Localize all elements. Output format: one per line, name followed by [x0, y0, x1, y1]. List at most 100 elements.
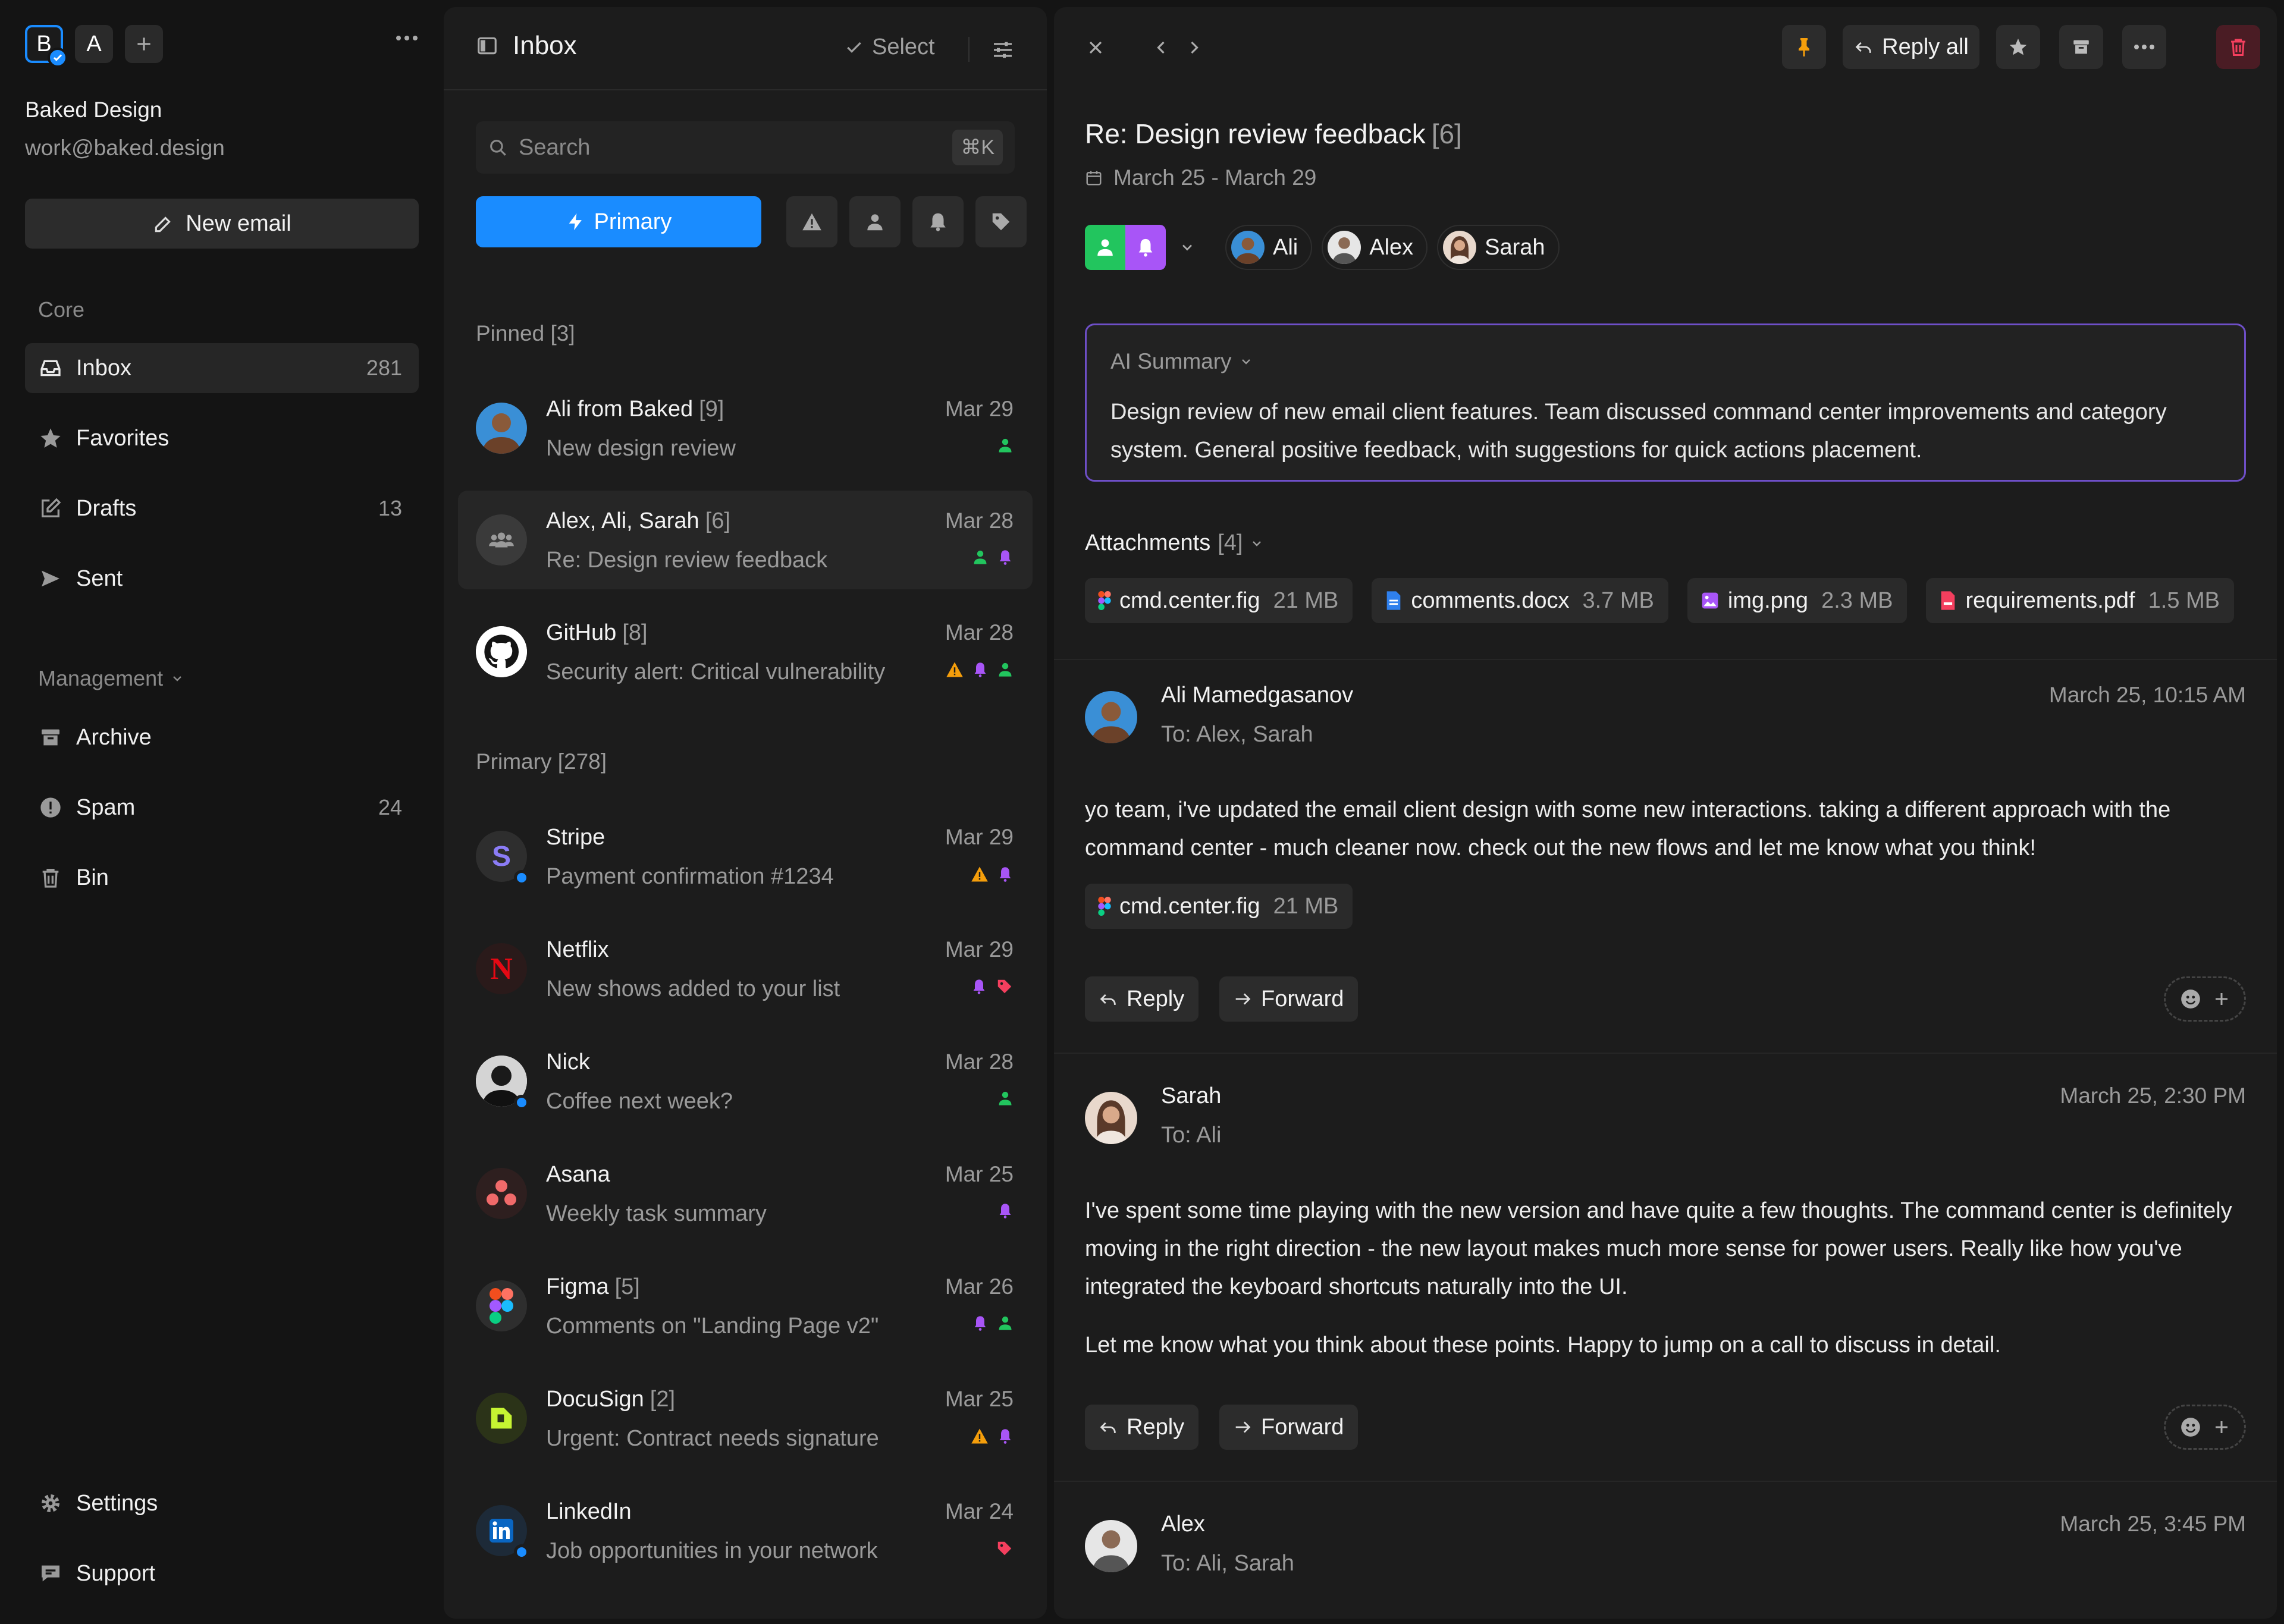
list-item[interactable]: Alex, Ali, Sarah [6] Re: Design review fe… [458, 491, 1033, 589]
attachments-toggle[interactable]: Attachments [4] [1085, 530, 1264, 556]
people-label-chip[interactable] [1085, 225, 1125, 270]
sidebar-item-spam[interactable]: Spam 24 [25, 783, 419, 833]
mail-date: Mar 29 [945, 937, 1014, 962]
new-email-label: New email [186, 211, 291, 236]
person-icon [867, 214, 883, 231]
group-title: Primary [476, 749, 552, 774]
attachments-count: [4] [1218, 530, 1243, 555]
tab-people[interactable] [849, 196, 901, 247]
sidebar-item-archive[interactable]: Archive [25, 712, 419, 762]
unread-dot [514, 1095, 529, 1110]
list-item[interactable]: Ali from Baked [9] New design review Mar … [458, 379, 1033, 478]
notification-label-chip[interactable] [1125, 225, 1166, 270]
archive-button[interactable] [2059, 25, 2103, 69]
list-item[interactable]: DocuSign [2] Urgent: Contract needs signa… [458, 1369, 1033, 1468]
header-divider [968, 37, 970, 62]
management-section-toggle[interactable]: Management [38, 666, 184, 691]
sidebar-toggle-icon[interactable] [476, 34, 498, 57]
attachment-chip[interactable]: img.png 2.3 MB [1687, 578, 1907, 623]
sender-name: LinkedIn [546, 1499, 632, 1524]
tag-icon [997, 1541, 1012, 1556]
reply-button[interactable]: Reply [1085, 1405, 1199, 1450]
list-item[interactable]: N Netflix New shows added to your list M… [458, 919, 1033, 1018]
reply-all-label: Reply all [1882, 34, 1969, 59]
message-body: Let me know what you think about these p… [1085, 1333, 2001, 1358]
star-button[interactable] [1996, 25, 2040, 69]
reply-all-button[interactable]: Reply all [1843, 25, 1979, 69]
tab-alerts[interactable] [786, 196, 837, 247]
forward-button[interactable]: Forward [1219, 976, 1359, 1022]
message-sender: Sarah [1161, 1083, 1222, 1108]
attachment-chip[interactable]: requirements.pdf 1.5 MB [1926, 578, 2235, 623]
avatar [1085, 691, 1137, 743]
thread-date-range: March 25 - March 29 [1085, 165, 1316, 190]
add-reaction-button[interactable] [2164, 1405, 2246, 1450]
sidebar-item-settings[interactable]: Settings [25, 1478, 419, 1528]
add-reaction-button[interactable] [2164, 976, 2246, 1022]
avatar [1231, 231, 1265, 264]
attachment-chip[interactable]: cmd.center.fig 21 MB [1085, 884, 1353, 929]
mail-sender: Asana [546, 1162, 610, 1188]
forward-button[interactable]: Forward [1219, 1405, 1359, 1450]
labels-dropdown-button[interactable] [1179, 239, 1196, 256]
spam-icon [38, 795, 63, 820]
participant-chip[interactable]: Ali [1225, 225, 1313, 270]
search-field[interactable]: Search ⌘K [476, 121, 1015, 174]
attachment-chip[interactable]: cmd.center.fig 21 MB [1085, 578, 1353, 623]
sidebar-item-bin[interactable]: Bin [25, 853, 419, 903]
core-section-label: Core [38, 297, 85, 322]
group-avatar-icon [476, 514, 527, 566]
archive-icon [38, 725, 63, 750]
account-a-button[interactable]: A [75, 25, 113, 63]
participant-chip[interactable]: Alex [1322, 225, 1428, 270]
sidebar-item-sent[interactable]: Sent [25, 554, 419, 604]
netflix-logo-icon: N [476, 943, 527, 994]
sidebar-item-label: Spam [76, 794, 136, 820]
tab-tags[interactable] [975, 196, 1027, 247]
sidebar-item-inbox[interactable]: Inbox 281 [25, 343, 419, 393]
sidebar-item-label: Drafts [76, 495, 137, 521]
mail-subject: Re: Design review feedback [546, 548, 828, 573]
list-item[interactable]: S Stripe Payment confirmation #1234 Mar … [458, 807, 1033, 906]
sender-name: Stripe [546, 825, 605, 850]
person-tag-icon [999, 1091, 1012, 1105]
more-actions-button[interactable] [2122, 25, 2166, 69]
new-email-button[interactable]: New email [25, 199, 419, 249]
close-button[interactable] [1085, 37, 1106, 58]
thread-count: [9] [699, 397, 724, 422]
list-item[interactable]: GitHub [8] Security alert: Critical vulne… [458, 602, 1033, 701]
next-email-button[interactable] [1184, 37, 1205, 58]
sidebar-item-support[interactable]: Support [25, 1548, 419, 1598]
list-item[interactable]: LinkedIn Job opportunities in your netwo… [458, 1481, 1033, 1580]
send-icon [38, 566, 63, 591]
email-app: B A Baked Design work@baked.design New e… [0, 0, 2284, 1624]
sidebar-item-drafts[interactable]: Drafts 13 [25, 483, 419, 533]
list-item[interactable]: Nick Coffee next week? Mar 28 [458, 1032, 1033, 1130]
mail-sender: Stripe [546, 825, 605, 850]
ai-summary-toggle[interactable]: AI Summary [1110, 349, 1253, 374]
reply-button[interactable]: Reply [1085, 976, 1199, 1022]
delete-button[interactable] [2216, 25, 2260, 69]
participant-chip[interactable]: Sarah [1437, 225, 1560, 270]
chevron-down-icon [173, 676, 181, 681]
select-button[interactable]: Select [845, 34, 935, 60]
forward-label: Forward [1261, 986, 1344, 1012]
list-item[interactable]: Figma [5] Comments on "Landing Page v2" M… [458, 1257, 1033, 1355]
tab-notifications[interactable] [912, 196, 964, 247]
sidebar-more-button[interactable] [395, 34, 419, 42]
list-item[interactable]: Asana Weekly task summary Mar 25 [458, 1144, 1033, 1243]
bell-icon [930, 213, 946, 231]
previous-email-button[interactable] [1150, 37, 1172, 58]
sidebar-item-favorites[interactable]: Favorites [25, 413, 419, 463]
filter-button[interactable] [991, 38, 1015, 62]
account-b-button[interactable]: B [25, 25, 68, 68]
add-account-button[interactable] [125, 25, 163, 63]
attachment-chip[interactable]: comments.docx 3.7 MB [1372, 578, 1668, 623]
group-count: [3] [550, 321, 575, 345]
avatar [1085, 1092, 1137, 1144]
message-recipients: To: Alex, Sarah [1161, 722, 1313, 747]
pin-button[interactable] [1782, 25, 1826, 69]
tab-primary[interactable]: Primary [476, 196, 761, 247]
sidebar-item-label: Favorites [76, 425, 170, 451]
bell-tag-icon [999, 1204, 1011, 1218]
